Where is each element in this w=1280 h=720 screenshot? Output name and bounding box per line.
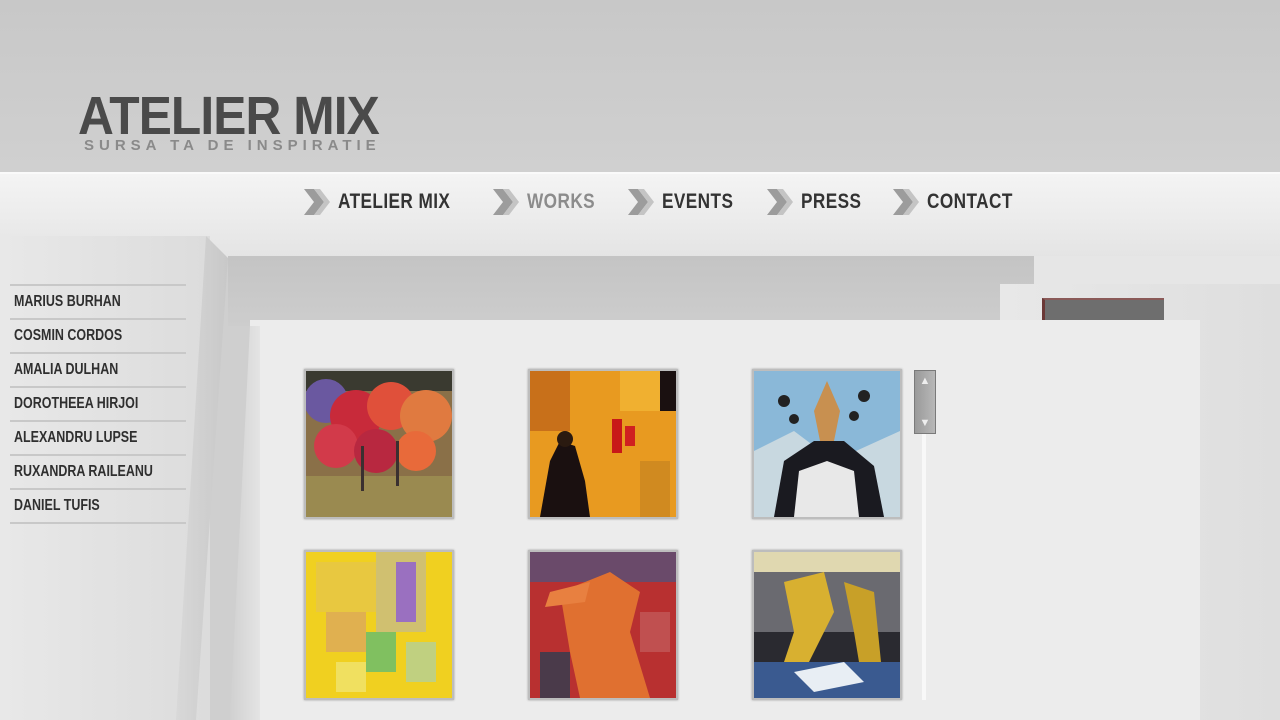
chevron-right-icon — [766, 189, 793, 215]
gallery-thumbnail[interactable] — [752, 550, 902, 700]
chevron-right-icon — [627, 189, 654, 215]
artist-item[interactable]: DANIEL TUFIS — [10, 488, 186, 524]
nav-label: PRESS — [800, 190, 862, 213]
artist-list: MARIUS BURHAN COSMIN CORDOS AMALIA DULHA… — [10, 284, 186, 524]
nav-item-press[interactable]: PRESS — [763, 185, 875, 219]
artist-item[interactable]: AMALIA DULHAN — [10, 352, 186, 386]
nav-label: CONTACT — [926, 190, 1013, 213]
scroll-up-icon[interactable]: ▲ — [919, 375, 931, 387]
artist-item[interactable]: MARIUS BURHAN — [10, 284, 186, 318]
gallery-scroll-thumb[interactable]: ▲ ▼ — [914, 370, 936, 434]
artist-name: RUXANDRA RAILEANU — [14, 463, 153, 480]
painting-image — [754, 552, 900, 698]
nav-label: WORKS — [526, 190, 596, 213]
painting-image — [530, 552, 676, 698]
scroll-down-icon[interactable]: ▼ — [919, 417, 931, 429]
artist-item[interactable]: DOROTHEEA HIRJOI — [10, 386, 186, 420]
content-top-band — [228, 256, 1034, 326]
artist-item[interactable]: COSMIN CORDOS — [10, 318, 186, 352]
right-panel-bar — [1042, 298, 1164, 320]
nav-item-atelier-mix[interactable]: ATELIER MIX — [300, 185, 475, 219]
main-nav: ATELIER MIX WORKS EVENTS PRESS CONTACT — [300, 184, 1045, 220]
nav-item-events[interactable]: EVENTS — [624, 185, 749, 219]
right-top-band — [1034, 256, 1280, 286]
gallery-thumbnail[interactable] — [528, 550, 678, 700]
nav-label: EVENTS — [661, 190, 734, 213]
chevron-right-icon — [892, 189, 919, 215]
artist-name: COSMIN CORDOS — [14, 327, 123, 344]
artist-item[interactable]: RUXANDRA RAILEANU — [10, 454, 186, 488]
gallery-thumbnail[interactable] — [528, 369, 678, 519]
site-tagline: SURSA TA DE INSPIRATIE — [84, 137, 381, 154]
artist-name: DANIEL TUFIS — [14, 497, 100, 514]
painting-image — [306, 371, 452, 517]
gallery-thumbnail[interactable] — [752, 369, 902, 519]
nav-item-contact[interactable]: CONTACT — [889, 185, 1032, 219]
artist-name: MARIUS BURHAN — [14, 293, 121, 310]
nav-label: ATELIER MIX — [338, 190, 451, 213]
chevron-right-icon — [492, 189, 519, 215]
painting-image — [306, 552, 452, 698]
nav-item-works[interactable]: WORKS — [489, 185, 610, 219]
artist-name: AMALIA DULHAN — [14, 361, 119, 378]
gallery-thumbnail[interactable] — [304, 369, 454, 519]
chevron-right-icon — [304, 189, 330, 215]
painting-image — [754, 371, 900, 517]
gallery-panel-edge — [230, 326, 260, 720]
gallery-thumbnail[interactable] — [304, 550, 454, 700]
painting-image — [530, 371, 676, 517]
artist-item[interactable]: ALEXANDRU LUPSE — [10, 420, 186, 454]
artist-name: ALEXANDRU LUPSE — [14, 429, 138, 446]
artist-name: DOROTHEEA HIRJOI — [14, 395, 139, 412]
